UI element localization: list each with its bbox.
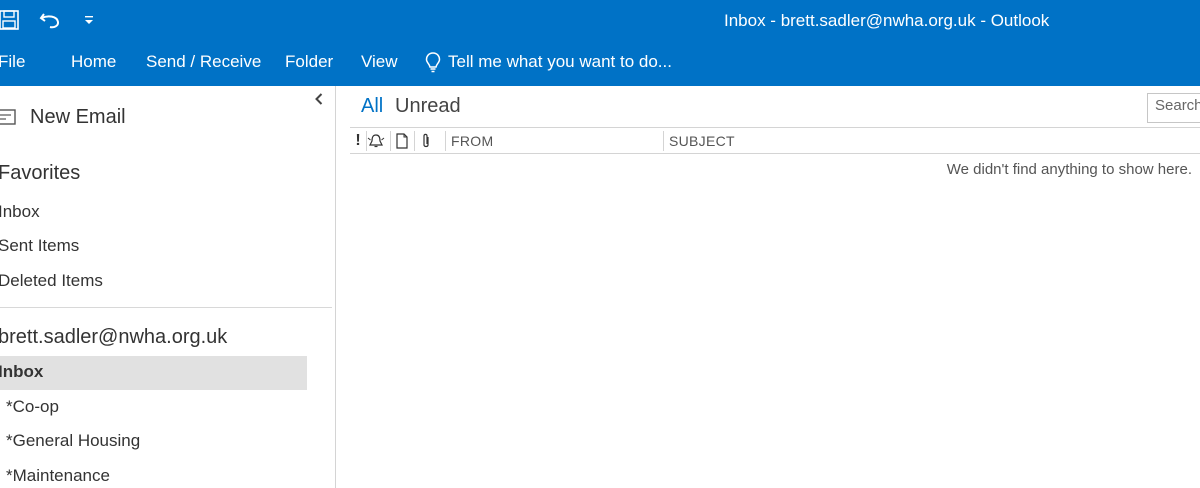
folder-pane-divider (0, 307, 332, 308)
tab-folder[interactable]: Folder (285, 52, 333, 72)
column-separator (414, 131, 415, 151)
document-icon (396, 133, 408, 149)
importance-icon[interactable]: ! (354, 132, 362, 150)
tab-home[interactable]: Home (71, 52, 116, 72)
filter-all[interactable]: All (361, 95, 383, 118)
empty-list-message: We didn't find anything to show here. (946, 161, 1192, 178)
message-list: All Unread Search Current Mailbox ! (337, 86, 1200, 488)
save-icon (0, 10, 19, 30)
window-title: Inbox - brett.sadler@nwha.org.uk - Outlo… (724, 11, 1050, 30)
column-header: ! FROM SUBJECT (350, 127, 1200, 154)
undo-button[interactable] (36, 5, 64, 35)
from-column-header[interactable]: FROM (451, 133, 493, 149)
save-button[interactable] (0, 5, 22, 35)
lightbulb-icon (425, 52, 441, 73)
column-separator (445, 131, 446, 151)
title-bar: Inbox - brett.sadler@nwha.org.uk - Outlo… (0, 0, 1200, 42)
new-email-button[interactable]: New Email (0, 104, 126, 130)
subfolder-maintenance[interactable]: *Maintenance (6, 466, 110, 486)
tab-file[interactable]: File (0, 52, 25, 72)
paperclip-icon (423, 133, 429, 148)
reminder-bell-icon (367, 134, 385, 148)
ribbon-tabs: File Home Send / Receive Folder View Tel… (0, 42, 1200, 86)
account-heading[interactable]: brett.sadler@nwha.org.uk (0, 326, 227, 349)
tell-me-search[interactable]: Tell me what you want to do... (424, 50, 672, 74)
tell-me-text: Tell me what you want to do... (448, 52, 672, 71)
subject-column-header[interactable]: SUBJECT (669, 133, 735, 149)
attachment-column-button[interactable] (419, 132, 433, 150)
new-email-icon (0, 109, 16, 125)
column-separator (663, 131, 664, 151)
item-type-column-button[interactable] (395, 132, 409, 150)
column-separator (390, 131, 391, 151)
chevron-left-icon (315, 93, 323, 105)
favorite-deleted-items[interactable]: Deleted Items (0, 271, 103, 291)
favorite-inbox[interactable]: Inbox (0, 202, 40, 222)
account-inbox[interactable]: Inbox (0, 362, 43, 382)
customize-toolbar-icon (85, 16, 93, 24)
reminder-column-button[interactable] (367, 132, 385, 150)
collapse-folder-pane-button[interactable] (312, 91, 326, 107)
favorite-sent-items[interactable]: Sent Items (0, 236, 79, 256)
folder-pane: New Email Favorites Inbox Sent Items Del… (0, 86, 336, 488)
tab-view[interactable]: View (361, 52, 398, 72)
subfolder-co-op[interactable]: *Co-op (6, 397, 59, 417)
selected-folder-highlight[interactable] (0, 356, 307, 390)
favorites-heading[interactable]: Favorites (0, 162, 80, 185)
filter-unread[interactable]: Unread (395, 95, 461, 118)
undo-icon (39, 13, 60, 29)
tab-send-receive[interactable]: Send / Receive (146, 52, 261, 72)
new-email-label: New Email (30, 105, 126, 128)
subfolder-general-housing[interactable]: *General Housing (6, 431, 140, 451)
search-mailbox-input[interactable]: Search Current Mailbox (1147, 93, 1200, 123)
customize-quick-access-button[interactable] (80, 5, 98, 35)
